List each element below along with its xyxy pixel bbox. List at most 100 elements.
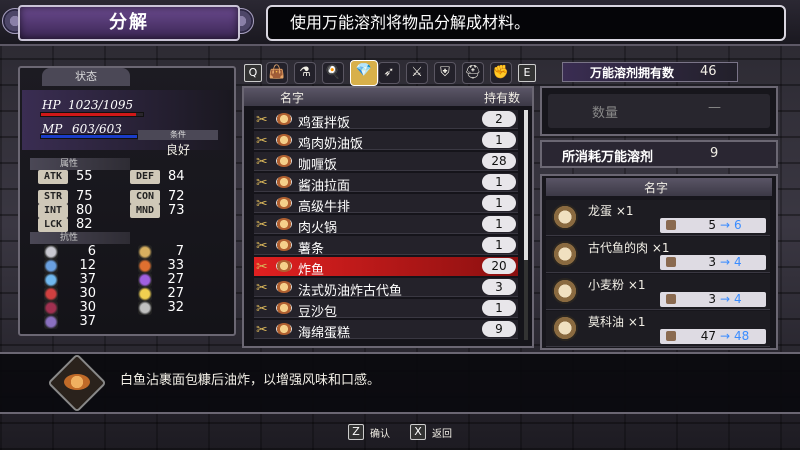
item-name: 酱油拉面 [298, 179, 351, 194]
hp-bar-fill [41, 113, 136, 116]
row-background [254, 299, 518, 318]
list-item[interactable]: ✂ 鸡蛋拌饭 2 [254, 110, 518, 131]
list-item[interactable]: ✂ 薯条 1 [254, 236, 518, 257]
tab-armor-icon[interactable]: ⛨ [434, 62, 456, 84]
row-background [254, 320, 518, 339]
dish-icon [276, 260, 292, 272]
list-item[interactable]: ✂ 鸡肉奶油饭 1 [254, 131, 518, 152]
row-background [254, 236, 518, 255]
row-background [254, 131, 518, 150]
fork-knife-icon: ✂ [256, 259, 268, 275]
list-item[interactable]: ✂ 豆沙包 1 [254, 299, 518, 320]
stat-value-int: 80 [76, 203, 93, 218]
fork-knife-icon: ✂ [256, 154, 268, 170]
page-title: 分解 [109, 12, 149, 33]
item-quantity: 1 [482, 195, 516, 211]
col-qty-header: 持有数 [484, 91, 521, 105]
stat-value-con: 72 [168, 189, 185, 204]
status-tab: 状态 [42, 68, 130, 86]
stat-label-atk: ATK [38, 170, 68, 184]
stat-label-con: CON [130, 190, 160, 204]
item-quantity: 1 [482, 174, 516, 190]
material-count-to: 6 [734, 218, 742, 232]
item-name: 鸡肉奶油饭 [298, 137, 364, 152]
list-item[interactable]: ✂ 高级牛排 1 [254, 194, 518, 215]
list-item[interactable]: ✂ 咖喱饭 28 [254, 152, 518, 173]
material-icon-small [666, 220, 676, 230]
quantity-stepper[interactable] [548, 94, 770, 128]
solvent-cost-label: 所消耗万能溶剂 [562, 150, 654, 165]
tab-next-key-e[interactable]: E [518, 64, 536, 82]
row-background [254, 194, 518, 213]
row-background [254, 152, 518, 171]
fork-knife-icon: ✂ [256, 301, 268, 317]
tab-bow-icon[interactable]: ➶ [378, 62, 400, 84]
fork-knife-icon: ✂ [256, 133, 268, 149]
material-name: 莫科油 ×1 [588, 315, 646, 329]
tab-gem-icon[interactable]: 💎 [350, 60, 378, 86]
pierce-resistance-value: 12 [79, 258, 96, 273]
scroll-thumb[interactable] [524, 110, 528, 260]
material-row: 龙蛋 ×1 5 → 6 [546, 200, 770, 236]
quantity-label: 数量 [592, 106, 619, 121]
dish-icon [276, 281, 292, 293]
dish-icon [276, 302, 292, 314]
tab-food-icon[interactable]: 🍳 [322, 62, 344, 84]
poison-resistance-value: 37 [79, 314, 96, 329]
material-name: 龙蛋 ×1 [588, 204, 634, 218]
list-scrollbar[interactable] [524, 110, 528, 340]
list-item[interactable]: ✂ 肉火锅 1 [254, 215, 518, 236]
material-icon-small [666, 331, 676, 341]
item-name: 法式奶油炸古代鱼 [298, 284, 403, 299]
dragon-egg-icon [552, 204, 578, 230]
list-item[interactable]: ✂ 炸鱼 20 [254, 257, 518, 278]
row-background [254, 110, 518, 129]
row-background [254, 173, 518, 192]
dish-icon [276, 134, 292, 146]
list-item[interactable]: ✂ 法式奶油炸古代鱼 3 [254, 278, 518, 299]
arrow-icon: → [720, 329, 731, 343]
curse-resistance-value: 30 [79, 300, 96, 315]
arrow-icon: → [720, 218, 731, 232]
stat-label-lck: LCK [38, 218, 68, 232]
dish-icon [276, 113, 292, 125]
tab-helmet-icon[interactable]: ⛑ [462, 62, 484, 84]
item-quantity: 1 [482, 216, 516, 232]
confirm-key-z[interactable]: Z [348, 424, 364, 440]
condition-value: 良好 [165, 143, 190, 157]
item-quantity: 20 [482, 258, 516, 274]
hp-bar [40, 112, 144, 117]
fork-knife-icon: ✂ [256, 217, 268, 233]
dish-icon [276, 323, 292, 335]
hp-label: HP [42, 98, 61, 112]
stat-value-mnd: 73 [168, 203, 185, 218]
material-count-to: 4 [734, 292, 742, 306]
item-quantity: 9 [482, 321, 516, 337]
tab-potion-icon[interactable]: ⚗ [294, 62, 316, 84]
materials-col-name: 名字 [644, 181, 669, 195]
mp-bar-fill [41, 135, 137, 138]
item-name: 肉火锅 [298, 221, 338, 236]
material-name: 古代鱼的肉 ×1 [588, 241, 670, 255]
fried-fish-dish-icon [64, 374, 90, 390]
confirm-label[interactable]: 确认 [370, 425, 390, 440]
dish-icon [276, 239, 292, 251]
mp-bar [40, 134, 138, 139]
tab-gauntlet-icon[interactable]: ✊ [490, 62, 512, 84]
dish-icon [276, 176, 292, 188]
tab-prev-key-q[interactable]: Q [244, 64, 262, 82]
item-name: 海绵蛋糕 [298, 326, 351, 341]
strike-resistance-value: 7 [175, 244, 184, 259]
light-resistance-value: 27 [167, 286, 184, 301]
back-label[interactable]: 返回 [432, 425, 452, 440]
tab-bag-icon[interactable]: 👜 [266, 62, 288, 84]
back-key-x[interactable]: X [410, 424, 426, 440]
stat-label-def: DEF [130, 170, 160, 184]
fork-knife-icon: ✂ [256, 175, 268, 191]
stat-value-str: 75 [76, 189, 93, 204]
list-item[interactable]: ✂ 酱油拉面 1 [254, 173, 518, 194]
tab-sword-icon[interactable]: ⚔ [406, 62, 428, 84]
solvent-cost-value: 9 [710, 146, 719, 161]
thunder-resistance-value: 27 [167, 272, 184, 287]
list-item[interactable]: ✂ 海绵蛋糕 9 [254, 320, 518, 341]
